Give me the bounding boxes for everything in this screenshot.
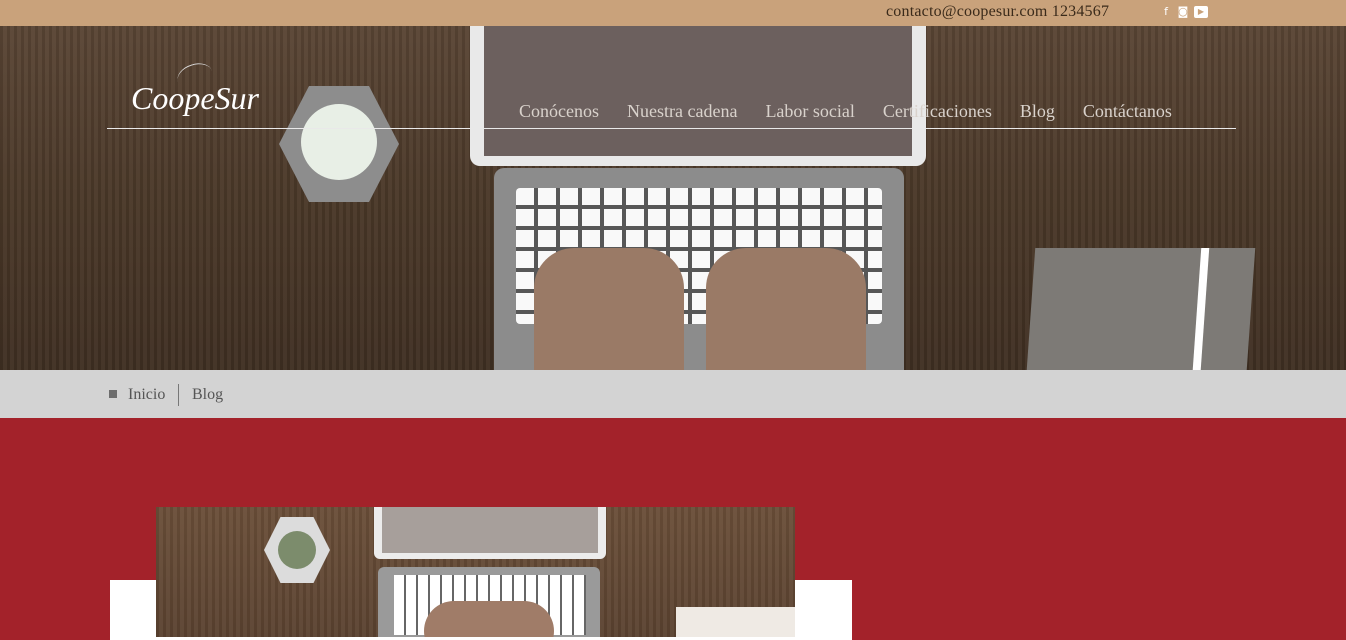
thumbnail-laptop-screen [374, 507, 606, 559]
site-logo[interactable]: CoopeSur [131, 59, 259, 117]
home-square-icon [109, 390, 117, 398]
hero-plant-image [279, 86, 399, 202]
hero-banner: CoopeSur Conócenos Nuestra cadena Labor … [0, 26, 1346, 370]
nav-item-blog[interactable]: Blog [1020, 101, 1055, 122]
social-links: f ◙ ▶ [1160, 6, 1208, 18]
hero-laptop-screen [470, 26, 926, 166]
breadcrumb-home[interactable]: Inicio [128, 386, 165, 404]
nav-item-certificaciones[interactable]: Certificaciones [883, 101, 992, 122]
hero-right-hand [706, 248, 866, 370]
instagram-icon[interactable]: ◙ [1177, 6, 1189, 18]
facebook-icon[interactable]: f [1160, 6, 1172, 18]
breadcrumb-current: Blog [192, 386, 224, 403]
thumbnail-notebook [676, 607, 795, 637]
nav-divider [107, 128, 1236, 129]
main-nav: Conócenos Nuestra cadena Labor social Ce… [519, 101, 1172, 122]
thumbnail-hands [424, 601, 554, 637]
hero-left-hand [534, 248, 684, 370]
breadcrumb-separator [178, 384, 179, 406]
youtube-icon[interactable]: ▶ [1194, 6, 1208, 18]
breadcrumb: Inicio Blog [0, 370, 1346, 418]
blog-post-thumbnail[interactable] [156, 507, 795, 637]
nav-item-contactanos[interactable]: Contáctanos [1083, 101, 1172, 122]
contact-info[interactable]: contacto@coopesur.com 1234567 [886, 3, 1109, 21]
top-contact-bar: contacto@coopesur.com 1234567 f ◙ ▶ [0, 0, 1346, 26]
nav-item-labor-social[interactable]: Labor social [765, 101, 854, 122]
hero-notebook [1024, 248, 1256, 370]
nav-item-nuestra-cadena[interactable]: Nuestra cadena [627, 101, 737, 122]
thumbnail-plant [264, 517, 330, 583]
nav-item-conocenos[interactable]: Conócenos [519, 101, 599, 122]
